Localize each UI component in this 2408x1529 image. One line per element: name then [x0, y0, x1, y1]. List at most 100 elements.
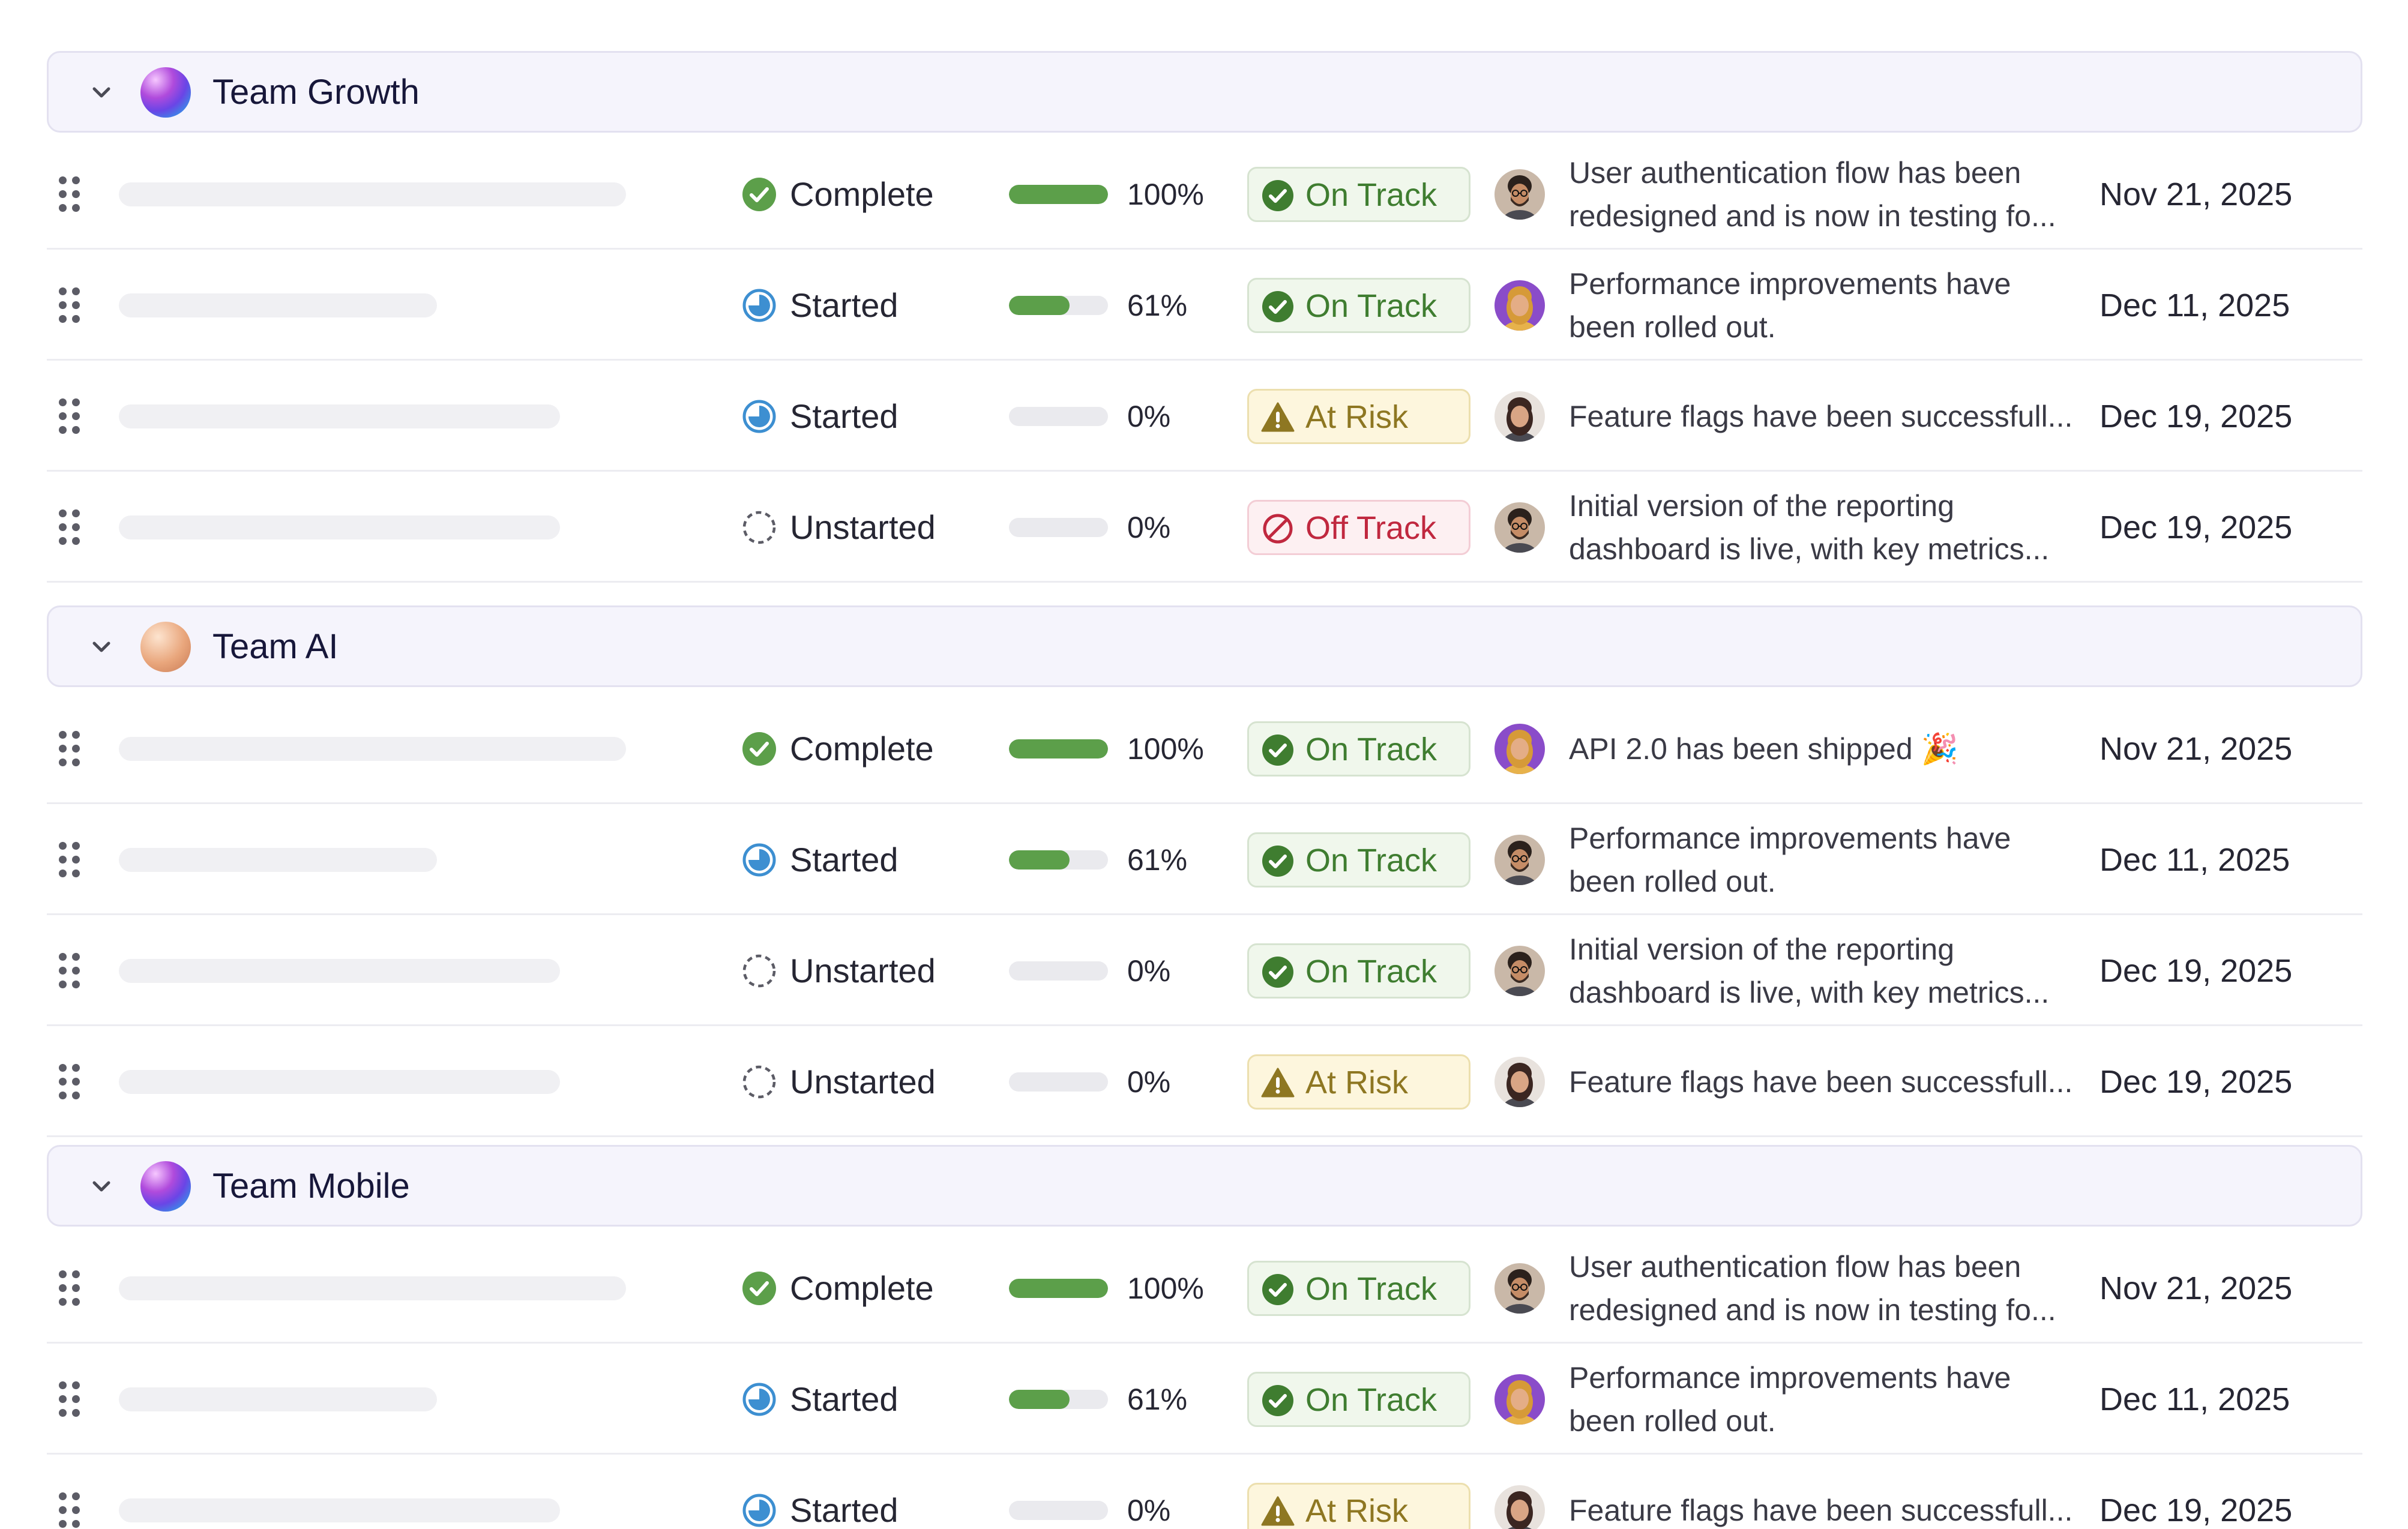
target-date[interactable]: Nov 21, 2025 — [2099, 727, 2292, 771]
health-label: On Track — [1305, 1381, 1437, 1418]
group-header[interactable]: Team Growth — [47, 51, 2362, 133]
health-badge[interactable]: On Track — [1247, 1371, 1470, 1427]
status-label[interactable]: Unstarted — [790, 949, 936, 993]
drag-handle-icon[interactable] — [59, 1492, 83, 1528]
update-line: Feature flags have been successfull... — [1569, 1065, 2073, 1099]
avatar[interactable] — [1494, 169, 1545, 220]
avatar[interactable] — [1494, 723, 1545, 774]
chevron-down-icon[interactable] — [86, 77, 117, 108]
table-row[interactable]: Unstarted 0% At Risk Feature flags have bee… — [47, 1026, 2362, 1137]
table-row[interactable]: Complete 100% On Track User authentication … — [47, 1233, 2362, 1344]
status-label[interactable]: Complete — [790, 173, 934, 216]
avatar[interactable] — [1494, 1056, 1545, 1107]
chevron-down-icon[interactable] — [86, 631, 117, 662]
table-row[interactable]: Started 0% At Risk Feature flags have been … — [47, 1455, 2362, 1529]
status-label[interactable]: Started — [790, 838, 898, 882]
drag-handle-icon[interactable] — [59, 176, 83, 212]
latest-update[interactable]: Initial version of the reporting dashboar… — [1569, 928, 2097, 1014]
latest-update[interactable]: Performance improvements have been rolled… — [1569, 262, 2097, 349]
title-placeholder — [119, 182, 626, 206]
status-label[interactable]: Started — [790, 395, 898, 438]
table-row[interactable]: Unstarted 0% On Track Initial version of th… — [47, 915, 2362, 1026]
health-badge[interactable]: On Track — [1247, 277, 1470, 333]
drag-handle-icon[interactable] — [59, 1270, 83, 1306]
title-placeholder — [119, 958, 560, 983]
table-row[interactable]: Complete 100% On Track User authentication … — [47, 139, 2362, 250]
health-badge[interactable]: On Track — [1247, 1260, 1470, 1316]
health-label: At Risk — [1305, 398, 1409, 435]
chevron-down-icon[interactable] — [86, 1171, 117, 1202]
health-badge[interactable]: On Track — [1247, 166, 1470, 222]
progress-percent: 0% — [1127, 1493, 1171, 1527]
drag-handle-icon[interactable] — [59, 730, 83, 767]
latest-update[interactable]: Feature flags have been successfull... — [1569, 395, 2097, 438]
team-avatar — [140, 622, 191, 672]
latest-update[interactable]: API 2.0 has been shipped 🎉 — [1569, 727, 2097, 771]
table-row[interactable]: Started 61% On Track Performance improvemen… — [47, 804, 2362, 915]
status-label[interactable]: Complete — [790, 727, 934, 771]
status-label[interactable]: Started — [790, 1489, 898, 1529]
health-badge[interactable]: At Risk — [1247, 1054, 1470, 1110]
group-header[interactable]: Team Mobile — [47, 1145, 2362, 1227]
avatar[interactable] — [1494, 280, 1545, 331]
health-badge[interactable]: On Track — [1247, 943, 1470, 999]
target-date[interactable]: Dec 19, 2025 — [2099, 506, 2292, 549]
latest-update[interactable]: User authentication flow has been redesig… — [1569, 151, 2097, 238]
health-badge[interactable]: At Risk — [1247, 388, 1470, 444]
progress-percent: 0% — [1127, 510, 1171, 544]
health-badge[interactable]: On Track — [1247, 832, 1470, 888]
health-label: On Track — [1305, 731, 1437, 768]
drag-handle-icon[interactable] — [59, 952, 83, 989]
drag-handle-icon[interactable] — [59, 1381, 83, 1417]
progress-percent: 0% — [1127, 399, 1171, 433]
drag-handle-icon[interactable] — [59, 1063, 83, 1100]
progress-percent: 61% — [1127, 1382, 1188, 1416]
avatar-image — [1494, 169, 1545, 220]
avatar[interactable] — [1494, 945, 1545, 996]
status-label[interactable]: Unstarted — [790, 1060, 936, 1104]
status-label[interactable]: Started — [790, 284, 898, 327]
target-date[interactable]: Nov 21, 2025 — [2099, 173, 2292, 216]
target-date[interactable]: Dec 19, 2025 — [2099, 1489, 2292, 1529]
title-placeholder — [119, 1498, 560, 1522]
latest-update[interactable]: Performance improvements have been rolled… — [1569, 1356, 2097, 1443]
target-date[interactable]: Dec 19, 2025 — [2099, 949, 2292, 993]
status-label[interactable]: Unstarted — [790, 506, 936, 549]
avatar[interactable] — [1494, 834, 1545, 885]
drag-handle-icon[interactable] — [59, 509, 83, 545]
target-date[interactable]: Dec 19, 2025 — [2099, 1060, 2292, 1104]
health-badge[interactable]: Off Track — [1247, 499, 1470, 555]
table-row[interactable]: Unstarted 0% Off Track Initial version of t… — [47, 472, 2362, 583]
avatar[interactable] — [1494, 502, 1545, 553]
avatar[interactable] — [1494, 1374, 1545, 1425]
status-label[interactable]: Started — [790, 1378, 898, 1421]
drag-handle-icon[interactable] — [59, 841, 83, 878]
avatar[interactable] — [1494, 1485, 1545, 1529]
latest-update[interactable]: Feature flags have been successfull... — [1569, 1489, 2097, 1529]
health-badge[interactable]: On Track — [1247, 721, 1470, 777]
progress-bar — [1009, 1500, 1108, 1520]
avatar[interactable] — [1494, 391, 1545, 442]
avatar-image — [1494, 1485, 1545, 1529]
group-header[interactable]: Team AI — [47, 605, 2362, 687]
table-row[interactable]: Complete 100% On Track API 2.0 has been shi… — [47, 693, 2362, 804]
drag-handle-icon[interactable] — [59, 398, 83, 434]
target-date[interactable]: Dec 11, 2025 — [2099, 284, 2290, 327]
team-name: Team Growth — [212, 73, 420, 112]
latest-update[interactable]: Feature flags have been successfull... — [1569, 1060, 2097, 1104]
progress-bar — [1009, 1072, 1108, 1092]
latest-update[interactable]: Performance improvements have been rolled… — [1569, 817, 2097, 903]
table-row[interactable]: Started 61% On Track Performance improvemen… — [47, 1344, 2362, 1455]
target-date[interactable]: Nov 21, 2025 — [2099, 1267, 2292, 1310]
avatar[interactable] — [1494, 1263, 1545, 1314]
target-date[interactable]: Dec 11, 2025 — [2099, 1378, 2290, 1421]
drag-handle-icon[interactable] — [59, 287, 83, 323]
health-badge[interactable]: At Risk — [1247, 1482, 1470, 1529]
target-date[interactable]: Dec 11, 2025 — [2099, 838, 2290, 882]
table-row[interactable]: Started 61% On Track Performance improvemen… — [47, 250, 2362, 361]
table-row[interactable]: Started 0% At Risk Feature flags have been … — [47, 361, 2362, 472]
status-label[interactable]: Complete — [790, 1267, 934, 1310]
latest-update[interactable]: User authentication flow has been redesig… — [1569, 1245, 2097, 1332]
latest-update[interactable]: Initial version of the reporting dashboar… — [1569, 484, 2097, 571]
target-date[interactable]: Dec 19, 2025 — [2099, 395, 2292, 438]
